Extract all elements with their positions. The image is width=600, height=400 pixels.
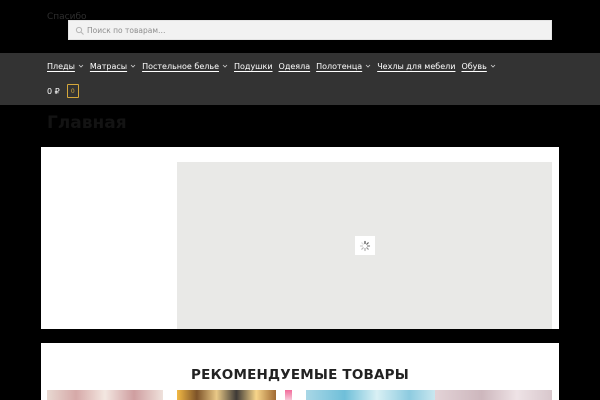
loading-spinner-box xyxy=(355,236,375,255)
chevron-down-icon xyxy=(130,64,136,68)
nav-item-postelnoe-bele[interactable]: Постельное белье xyxy=(142,59,228,73)
product-thumbnail[interactable] xyxy=(177,390,276,400)
cart-count-badge: 0 xyxy=(66,84,79,98)
hero-section xyxy=(41,147,559,329)
nav-item-label: Одеяла xyxy=(278,61,311,71)
featured-products-section: РЕКОМЕНДУЕМЫЕ ТОВАРЫ xyxy=(41,343,559,400)
nav-item-pledy[interactable]: Пледы xyxy=(47,59,84,73)
page-title: Главная xyxy=(47,113,127,133)
search-icon xyxy=(75,26,84,35)
header-cart[interactable]: 0 ₽ 0 xyxy=(47,84,79,98)
nav-item-label: Обувь xyxy=(461,61,487,71)
nav-item-label: Матрасы xyxy=(89,61,128,71)
chevron-down-icon xyxy=(490,64,496,68)
product-thumbnail[interactable] xyxy=(47,390,163,400)
nav-item-label: Подушки xyxy=(234,61,273,71)
search-input[interactable] xyxy=(87,21,547,39)
nav-menu: Пледы Матрасы Постельное белье Подушки О… xyxy=(47,59,502,73)
nav-item-matrasy[interactable]: Матрасы xyxy=(90,59,136,73)
featured-products-title: РЕКОМЕНДУЕМЫЕ ТОВАРЫ xyxy=(191,367,409,383)
search-box[interactable] xyxy=(68,20,552,40)
chevron-down-icon xyxy=(222,64,228,68)
loading-spinner-icon xyxy=(359,240,371,251)
chevron-down-icon xyxy=(78,64,84,68)
nav-item-obuv[interactable]: Обувь xyxy=(461,59,496,73)
nav-item-label: Полотенца xyxy=(316,61,363,71)
chevron-down-icon xyxy=(365,64,371,68)
nav-item-label: Пледы xyxy=(47,61,75,71)
nav-item-label: Постельное белье xyxy=(142,61,219,71)
nav-item-polotentsa[interactable]: Полотенца xyxy=(316,59,371,73)
nav-item-label: Чехлы для мебели xyxy=(377,61,456,71)
nav-item-podushki[interactable]: Подушки xyxy=(234,59,273,73)
nav-item-odeyala[interactable]: Одеяла xyxy=(279,59,311,73)
primary-navigation: Пледы Матрасы Постельное белье Подушки О… xyxy=(0,53,600,105)
hero-media-placeholder[interactable] xyxy=(177,162,552,329)
product-thumbnail[interactable] xyxy=(285,390,292,400)
nav-item-chehly-dlya-mebeli[interactable]: Чехлы для мебели xyxy=(377,59,455,73)
product-thumbnail[interactable] xyxy=(435,390,552,400)
cart-total: 0 ₽ xyxy=(47,86,60,96)
product-thumbnail[interactable] xyxy=(306,390,435,400)
